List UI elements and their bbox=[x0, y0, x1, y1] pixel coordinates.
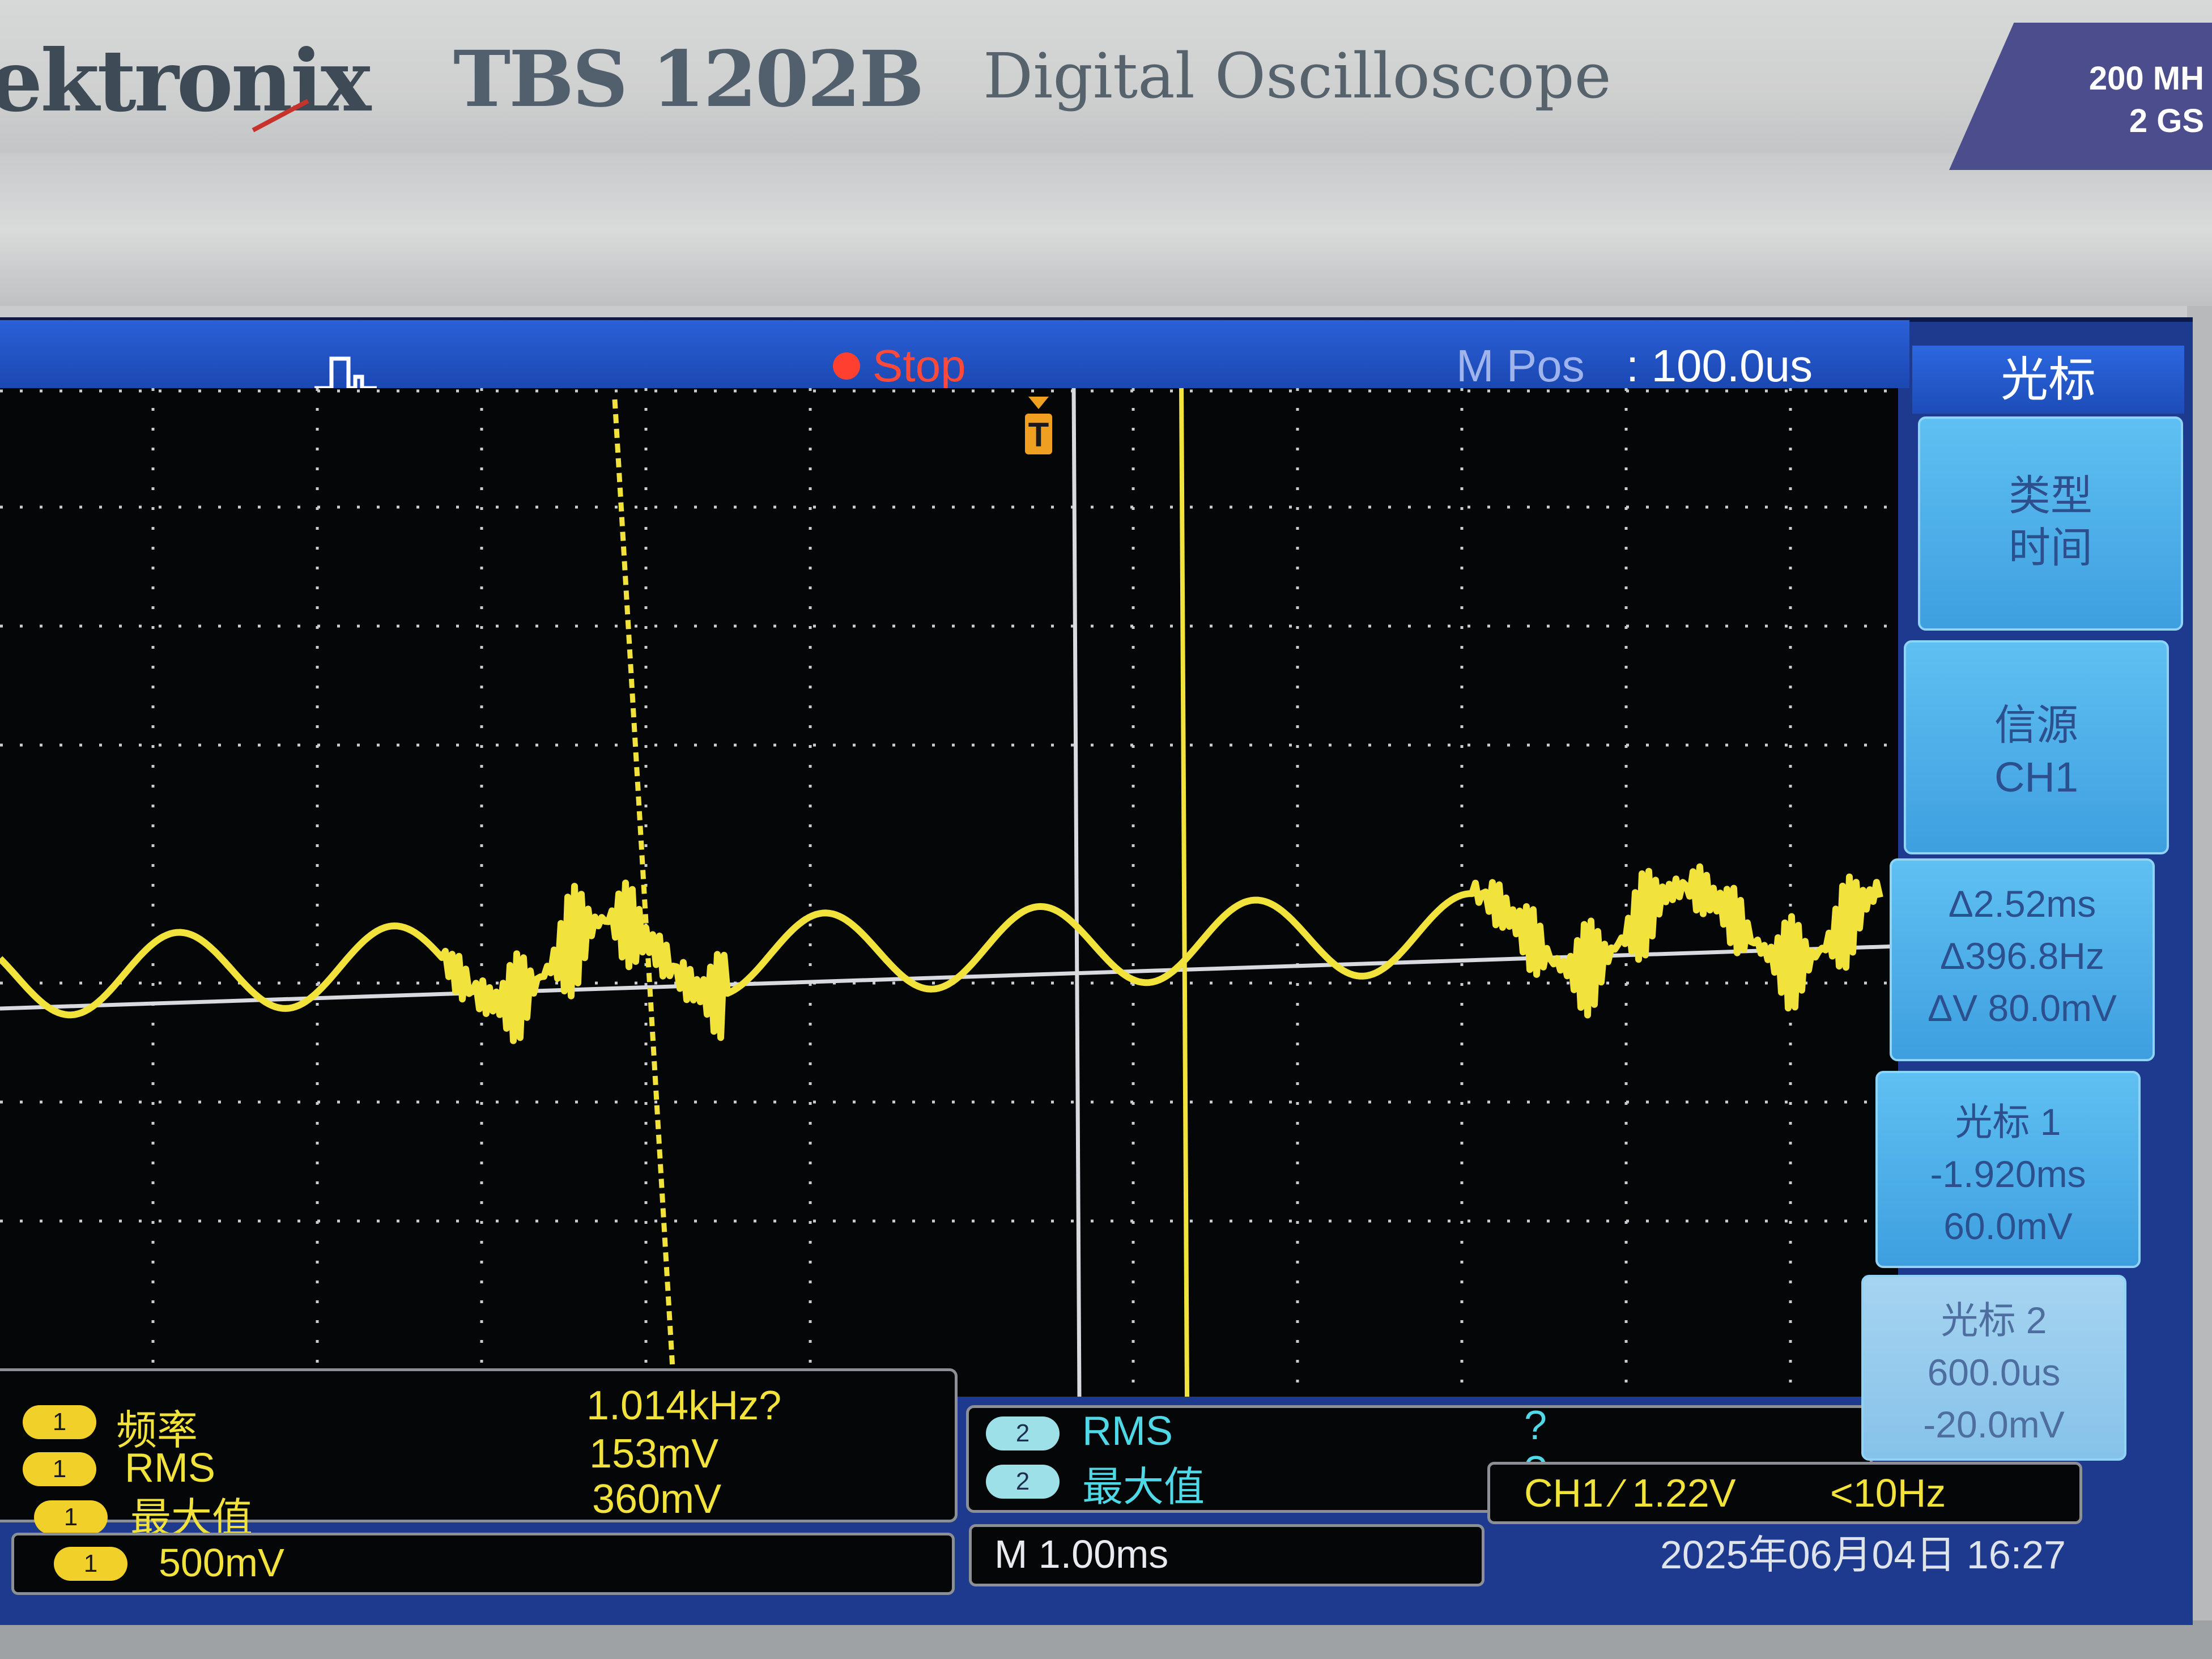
menu-button-source-value: CH1 bbox=[1994, 754, 2079, 801]
run-state-indicator: Stop bbox=[833, 340, 966, 392]
cursor-2-time: 600.0us bbox=[1927, 1351, 2061, 1393]
model-name: TBS 1202B bbox=[453, 34, 924, 125]
svg-text:T: T bbox=[1028, 416, 1049, 454]
menu-button-type-label: 类型 bbox=[2009, 472, 2092, 519]
measurement-value-frequency: 1.014kHz? bbox=[586, 1383, 782, 1428]
trigger-info-bar: CH1 ∕ 1.22V <10Hz bbox=[1487, 1462, 2082, 1524]
ch1-volts-per-div: 500mV bbox=[159, 1541, 284, 1585]
grid-dots bbox=[0, 388, 1898, 1397]
spec-samplerate: 2 GS bbox=[2129, 103, 2204, 139]
center-axis-horizontal bbox=[0, 944, 1899, 1011]
channel-1-badge: 1 bbox=[23, 1405, 96, 1439]
menu-button-type[interactable]: 类型 时间 bbox=[1918, 416, 2183, 631]
cursor-1-voltage: 60.0mV bbox=[1943, 1205, 2073, 1247]
menu-button-source-label: 信源 bbox=[1994, 701, 2078, 748]
cursor-2-title: 光标 2 bbox=[1941, 1299, 2047, 1341]
delta-voltage-readout: ΔV 80.0mV bbox=[1928, 987, 2117, 1029]
ch1-scale-bar: 1 500mV bbox=[11, 1533, 955, 1595]
ch1-measurement-panel: 1 频率 1.014kHz? 1 RMS 153mV 1 最大值 360mV bbox=[0, 1368, 958, 1541]
brand-logo: ektronix bbox=[0, 31, 371, 131]
center-axis-vertical bbox=[1071, 388, 1082, 1397]
record-dot-icon bbox=[833, 352, 860, 380]
ch1-waveform-trace bbox=[0, 863, 1883, 1044]
channel-1-badge: 1 bbox=[54, 1547, 127, 1581]
menu-button-source[interactable]: 信源 CH1 bbox=[1904, 640, 2169, 854]
datetime-readout: 2025年06月04日 16:27 bbox=[1660, 1533, 2066, 1577]
ch2-measurement-label-rms: RMS bbox=[1082, 1409, 1173, 1454]
horizontal-scale-bar: M 1.00ms bbox=[969, 1524, 1484, 1586]
channel-2-badge: 2 bbox=[986, 1465, 1060, 1499]
cursor-1-title: 光标 1 bbox=[1955, 1101, 2061, 1143]
channel-1-badge: 1 bbox=[34, 1500, 108, 1534]
measurement-value-maximum: 360mV bbox=[592, 1477, 722, 1522]
menu-button-cursor-2[interactable]: 光标 2 600.0us -20.0mV bbox=[1861, 1275, 2126, 1461]
run-state-text: Stop bbox=[873, 341, 966, 391]
bezel-band bbox=[0, 153, 2212, 306]
delta-frequency-readout: Δ396.8Hz bbox=[1940, 935, 2104, 977]
menu-button-delta-readout[interactable]: Δ2.52ms Δ396.8Hz ΔV 80.0mV bbox=[1890, 858, 2155, 1061]
trigger-t-marker-icon: T bbox=[1025, 397, 1052, 454]
timebase-position-label: M Pos bbox=[1456, 341, 1585, 391]
timebase-position-value: : 100.0us bbox=[1626, 341, 1813, 391]
delta-time-readout: Δ2.52ms bbox=[1948, 883, 2096, 925]
menu-button-type-value: 时间 bbox=[2009, 524, 2092, 571]
ch2-measurement-value-rms: ? bbox=[1524, 1403, 1547, 1448]
menu-title-cursor: 光标 bbox=[1912, 346, 2184, 414]
spec-bandwidth: 200 MH bbox=[2088, 60, 2204, 97]
ch2-measurement-label-maximum: 最大值 bbox=[1082, 1465, 1205, 1510]
channel-2-badge: 2 bbox=[986, 1416, 1060, 1450]
cursor-1-time: -1.920ms bbox=[1930, 1153, 2086, 1195]
horizontal-scale-value: M 1.00ms bbox=[994, 1532, 1169, 1576]
cursor-2-voltage: -20.0mV bbox=[1923, 1403, 2065, 1445]
channel-1-badge: 1 bbox=[23, 1452, 96, 1486]
waveform-graticule bbox=[0, 388, 1899, 1397]
trigger-frequency: <10Hz bbox=[1830, 1471, 1946, 1515]
menu-button-cursor-1[interactable]: 光标 1 -1.920ms 60.0mV bbox=[1875, 1071, 2141, 1268]
trigger-source-level: CH1 ∕ 1.22V bbox=[1524, 1471, 1736, 1515]
instrument-description: Digital Oscilloscope bbox=[983, 40, 1611, 112]
measurement-value-rms: 153mV bbox=[589, 1431, 719, 1477]
cursor-2-line bbox=[1179, 388, 1189, 1397]
bezel-bottom bbox=[0, 1620, 2212, 1659]
waveform-display bbox=[0, 388, 1899, 1397]
